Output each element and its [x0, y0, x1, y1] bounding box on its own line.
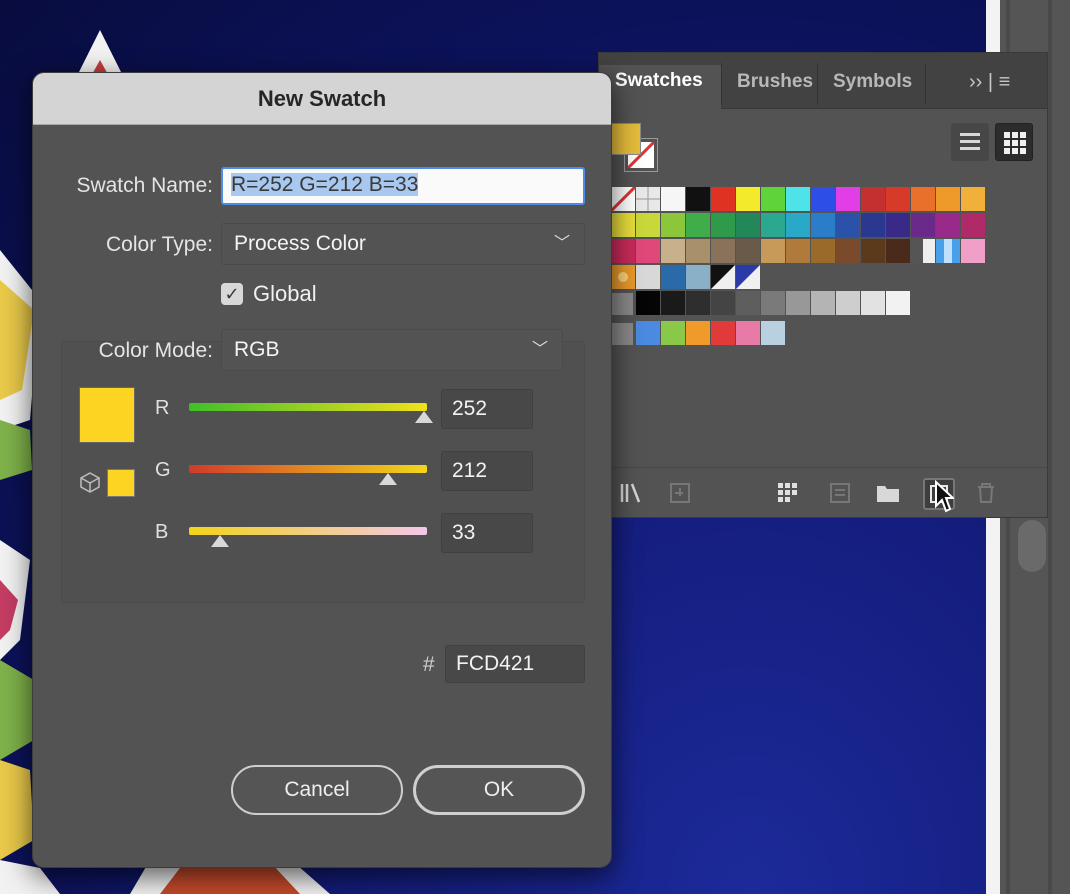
- hex-hash-label: #: [423, 653, 435, 676]
- chevron-down-icon: ﹀: [531, 341, 548, 358]
- swatch-grid: [609, 185, 1011, 362]
- color-mode-value: RGB: [234, 338, 280, 361]
- green-channel-label: G: [155, 459, 171, 481]
- swatch-grid-tiles[interactable]: [609, 185, 1011, 357]
- swatch-name-value: R=252 G=212 B=33: [231, 173, 419, 196]
- swatch-libraries-icon[interactable]: [619, 480, 645, 506]
- blue-channel-label: B: [155, 521, 169, 543]
- blue-value-input[interactable]: 33: [441, 513, 533, 553]
- tab-swatches[interactable]: Swatches: [599, 65, 721, 109]
- ok-button[interactable]: OK: [413, 765, 585, 815]
- global-label[interactable]: Global: [253, 281, 317, 307]
- web-safe-swatch[interactable]: [107, 469, 135, 497]
- color-type-dropdown[interactable]: Process Color ﹀: [221, 223, 585, 265]
- swatch-kind-menu-icon[interactable]: [775, 480, 801, 506]
- color-type-value: Process Color: [234, 232, 366, 255]
- new-swatch-dialog: New Swatch Swatch Name: R=252 G=212 B=33…: [32, 72, 612, 868]
- tab-symbols[interactable]: Symbols: [833, 67, 912, 109]
- tab-brushes[interactable]: Brushes: [737, 67, 813, 109]
- color-mode-label: Color Mode:: [98, 339, 213, 362]
- grid-view-icon[interactable]: [995, 123, 1033, 161]
- hex-value-input[interactable]: FCD421: [445, 645, 585, 683]
- swatch-name-input[interactable]: R=252 G=212 B=33: [221, 167, 585, 205]
- cancel-button[interactable]: Cancel: [231, 765, 403, 815]
- new-color-group-folder-icon[interactable]: [875, 480, 901, 506]
- red-slider-track[interactable]: [189, 403, 427, 411]
- panel-tab-bar: Swatches Brushes Symbols ›› | ≡: [599, 53, 1047, 109]
- dialog-title: New Swatch: [257, 86, 387, 111]
- fill-stroke-indicator[interactable]: [611, 123, 667, 179]
- swatch-options-icon[interactable]: [827, 480, 853, 506]
- fill-swatch[interactable]: [611, 123, 641, 155]
- delete-swatch-icon[interactable]: [973, 480, 999, 506]
- global-checkbox[interactable]: ✓: [221, 283, 243, 305]
- red-slider-thumb[interactable]: [415, 411, 433, 423]
- place-swatch-icon[interactable]: [667, 480, 693, 506]
- green-slider-track[interactable]: [189, 465, 427, 473]
- panel-footer: [599, 467, 1047, 517]
- mouse-cursor-icon: [935, 480, 954, 513]
- color-mode-dropdown[interactable]: RGB ﹀: [221, 329, 563, 371]
- list-view-icon[interactable]: [951, 123, 989, 161]
- panel-menu-icon[interactable]: ›› | ≡: [969, 71, 1010, 94]
- chevron-down-icon: ﹀: [553, 235, 570, 252]
- blue-slider-track[interactable]: [189, 527, 427, 535]
- red-value-input[interactable]: 252: [441, 389, 533, 429]
- blue-slider-thumb[interactable]: [211, 535, 229, 547]
- green-value-input[interactable]: 212: [441, 451, 533, 491]
- scrollbar-thumb[interactable]: [1018, 520, 1046, 572]
- swatch-name-label: Swatch Name:: [76, 174, 213, 197]
- red-channel-label: R: [155, 397, 170, 419]
- color-preview-swatch: [79, 387, 135, 443]
- color-type-label: Color Type:: [106, 233, 213, 256]
- dialog-titlebar[interactable]: New Swatch: [33, 73, 611, 125]
- swatches-panel: Swatches Brushes Symbols ›› | ≡: [598, 52, 1048, 518]
- green-slider-thumb[interactable]: [379, 473, 397, 485]
- gamut-cube-icon[interactable]: [79, 471, 101, 493]
